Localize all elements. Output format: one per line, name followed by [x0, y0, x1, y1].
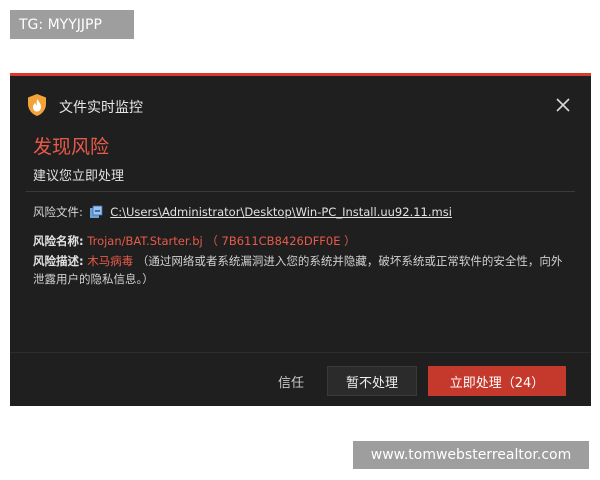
- risk-name-label: 风险名称:: [33, 234, 84, 248]
- risk-name-row: 风险名称: Trojan/BAT.Starter.bj （ 7B611CB842…: [33, 233, 356, 249]
- handle-now-button[interactable]: 立即处理（24）: [428, 366, 566, 396]
- risk-type-value: 木马病毒: [87, 254, 134, 268]
- header-divider: [26, 191, 575, 192]
- risk-subheading: 建议您立即处理: [33, 169, 125, 184]
- close-icon[interactable]: [551, 93, 575, 117]
- risk-desc-label: 风险描述:: [33, 254, 84, 268]
- risk-name-value: Trojan/BAT.Starter.bj: [87, 234, 203, 248]
- trust-button[interactable]: 信任: [278, 372, 304, 391]
- risk-hash-value: （ 7B611CB8426DFF0E ）: [206, 234, 356, 248]
- risk-file-label: 风险文件:: [33, 205, 83, 219]
- dialog-titlebar: 文件实时监控: [10, 76, 591, 132]
- installer-file-icon: [89, 205, 102, 218]
- app-title: 文件实时监控: [59, 100, 143, 116]
- watermark-bottom: www.tomwebsterrealtor.com: [353, 441, 589, 469]
- risk-file-row: 风险文件: C:\Users\Administrator\Desktop\Win…: [33, 204, 452, 220]
- security-alert-dialog: 文件实时监控 发现风险 建议您立即处理 风险文件: C:\Users\Admin…: [10, 73, 591, 406]
- footer-divider: [10, 352, 591, 353]
- shield-fire-icon: [28, 94, 46, 116]
- risk-desc-row: 风险描述: 木马病毒 （通过网络或者系统漏洞进入您的系统并隐藏，破坏系统或正常软…: [33, 252, 573, 288]
- ignore-button[interactable]: 暂不处理: [327, 366, 417, 396]
- watermark-top: TG: MYYJJPP: [10, 10, 134, 39]
- risk-heading: 发现风险: [33, 136, 110, 158]
- risk-file-path-link[interactable]: C:\Users\Administrator\Desktop\Win-PC_In…: [110, 205, 452, 219]
